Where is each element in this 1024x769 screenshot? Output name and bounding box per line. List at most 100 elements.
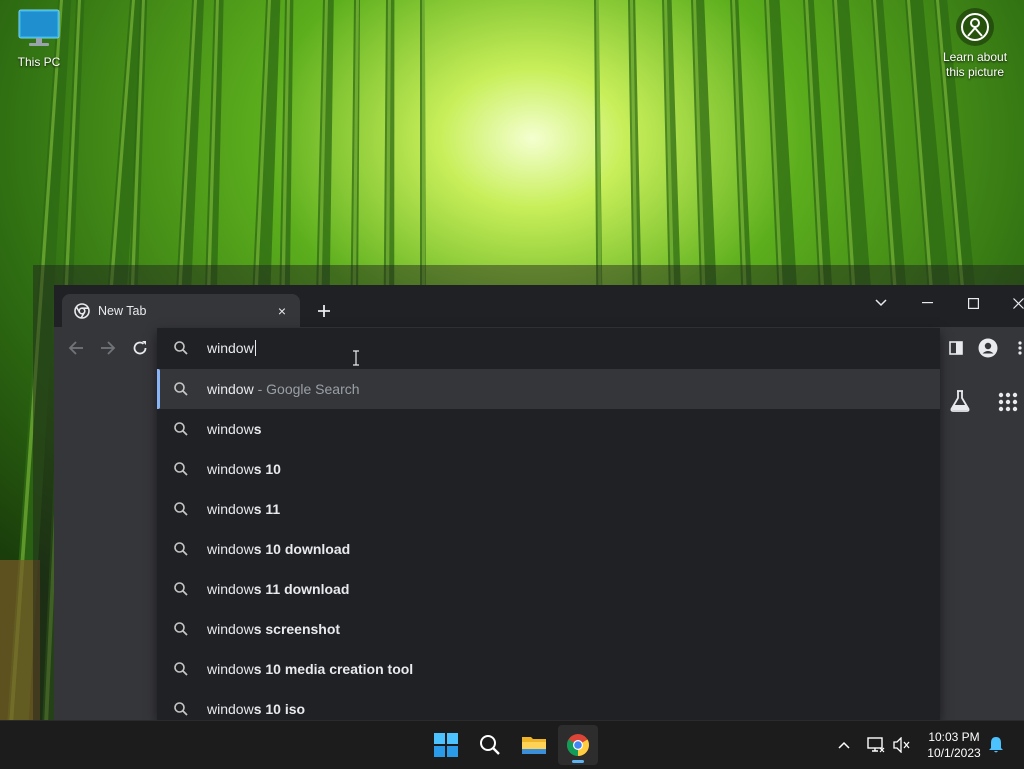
omnibox-suggestion[interactable]: windows — [157, 409, 940, 449]
omnibox-suggestion[interactable]: windows 10 media creation tool — [157, 649, 940, 689]
notification-bell-icon — [989, 737, 1003, 753]
tab-title: New Tab — [98, 303, 147, 318]
more-vert-icon — [1018, 341, 1022, 355]
learn-label-line2: this picture — [945, 65, 1005, 79]
taskbar-clock[interactable]: 10:03 PM 10/1/2023 — [918, 729, 990, 761]
learn-label-line1: Learn about — [942, 50, 1008, 64]
search-icon — [173, 501, 189, 517]
minimize-button[interactable] — [910, 289, 944, 317]
omnibox-suggestion[interactable]: windows 10 download — [157, 529, 940, 569]
suggestion-text: windows 11 download — [207, 581, 349, 597]
text-caret — [254, 340, 256, 356]
chrome-icon — [74, 302, 90, 319]
labs-button[interactable] — [948, 389, 972, 418]
chrome-icon — [567, 734, 589, 756]
maximize-icon — [967, 297, 979, 309]
camera-location-icon — [956, 8, 994, 46]
learn-about-picture[interactable]: Learn about this picture — [934, 8, 1016, 80]
maximize-button[interactable] — [956, 289, 990, 317]
suggestion-prefix: window — [207, 461, 254, 477]
forward-arrow-icon — [101, 341, 116, 355]
volume-muted-icon — [893, 737, 910, 753]
suggestion-completion: s 11 — [253, 501, 281, 517]
suggestion-completion: s 10 — [253, 461, 281, 477]
address-input-value: window — [207, 340, 254, 356]
desktop-icon-this-pc[interactable]: This PC — [8, 8, 70, 69]
reload-button[interactable] — [128, 336, 152, 360]
volume-button[interactable] — [892, 735, 912, 755]
suggestion-text: windows — [207, 421, 262, 437]
search-icon — [173, 461, 189, 477]
search-icon — [173, 701, 189, 717]
side-panel-icon — [949, 341, 963, 355]
chevron-up-icon — [838, 741, 850, 749]
search-icon — [480, 735, 500, 755]
omnibox-suggestion[interactable]: window - Google Search — [157, 369, 940, 409]
taskbar: 10:03 PM 10/1/2023 — [0, 720, 1024, 769]
close-icon — [1012, 297, 1024, 309]
search-icon — [173, 621, 189, 637]
search-icon — [173, 381, 189, 397]
suggestion-text: windows 10 download — [207, 541, 350, 557]
text-cursor-icon — [353, 350, 359, 366]
tab-search-button[interactable] — [864, 289, 898, 317]
more-menu-button[interactable] — [1008, 336, 1024, 360]
forward-button[interactable] — [96, 336, 120, 360]
suggestion-text: windows screenshot — [207, 621, 340, 637]
desktop-icon-label: This PC — [17, 55, 61, 69]
network-button[interactable] — [866, 735, 886, 755]
tab-strip: New Tab × — [54, 285, 1024, 327]
suggestion-text: window - Google Search — [207, 381, 360, 397]
search-icon — [173, 581, 189, 597]
taskbar-search-button[interactable] — [470, 725, 510, 765]
show-hidden-icons-button[interactable] — [834, 735, 854, 755]
omnibox-suggestion[interactable]: windows screenshot — [157, 609, 940, 649]
search-icon — [173, 541, 189, 557]
side-panel-button[interactable] — [944, 336, 968, 360]
suggestion-hint: - Google Search — [253, 381, 360, 397]
close-window-button[interactable] — [1001, 289, 1024, 317]
clock-time: 10:03 PM — [928, 730, 980, 744]
start-button[interactable] — [426, 725, 466, 765]
minimize-icon — [921, 302, 933, 304]
google-apps-button[interactable] — [998, 392, 1018, 417]
tab-search-chevron-icon — [875, 299, 887, 307]
windows-start-icon — [434, 733, 458, 757]
file-explorer-icon — [522, 737, 546, 754]
profile-button[interactable] — [976, 336, 1000, 360]
notification-button[interactable] — [986, 735, 1006, 755]
suggestion-prefix: window — [207, 701, 254, 717]
suggestion-text: windows 10 iso — [207, 701, 305, 717]
suggestion-prefix: window — [207, 581, 254, 597]
suggestion-completion: s screenshot — [253, 621, 341, 637]
suggestion-prefix: window — [207, 661, 254, 677]
back-button[interactable] — [64, 336, 88, 360]
suggestion-completion: s 10 iso — [253, 701, 306, 717]
network-icon — [867, 737, 885, 753]
suggestion-prefix: window — [207, 621, 254, 637]
address-bar[interactable]: window — [157, 328, 940, 368]
omnibox-suggestion[interactable]: windows 11 download — [157, 569, 940, 609]
new-tab-button[interactable] — [312, 299, 336, 323]
suggestion-completion: s 11 download — [253, 581, 350, 597]
suggestion-prefix: window — [207, 381, 254, 397]
search-icon — [173, 340, 189, 356]
profile-icon — [978, 338, 998, 358]
monitor-icon — [18, 9, 60, 46]
taskbar-chrome-button[interactable] — [558, 725, 598, 765]
suggestion-completion: s — [253, 421, 262, 437]
tab-new-tab[interactable]: New Tab × — [62, 294, 300, 327]
tab-close-button[interactable]: × — [272, 301, 292, 321]
back-arrow-icon — [68, 341, 83, 355]
running-indicator — [572, 760, 584, 763]
omnibox-suggestion[interactable]: windows 10 — [157, 449, 940, 489]
labs-flask-icon — [950, 390, 970, 412]
file-explorer-button[interactable] — [514, 725, 554, 765]
plus-icon — [318, 305, 330, 317]
suggestion-prefix: window — [207, 421, 254, 437]
clock-date: 10/1/2023 — [927, 746, 981, 760]
search-icon — [173, 421, 189, 437]
address-input[interactable]: window — [207, 340, 256, 356]
suggestion-prefix: window — [207, 541, 254, 557]
omnibox-suggestion[interactable]: windows 11 — [157, 489, 940, 529]
